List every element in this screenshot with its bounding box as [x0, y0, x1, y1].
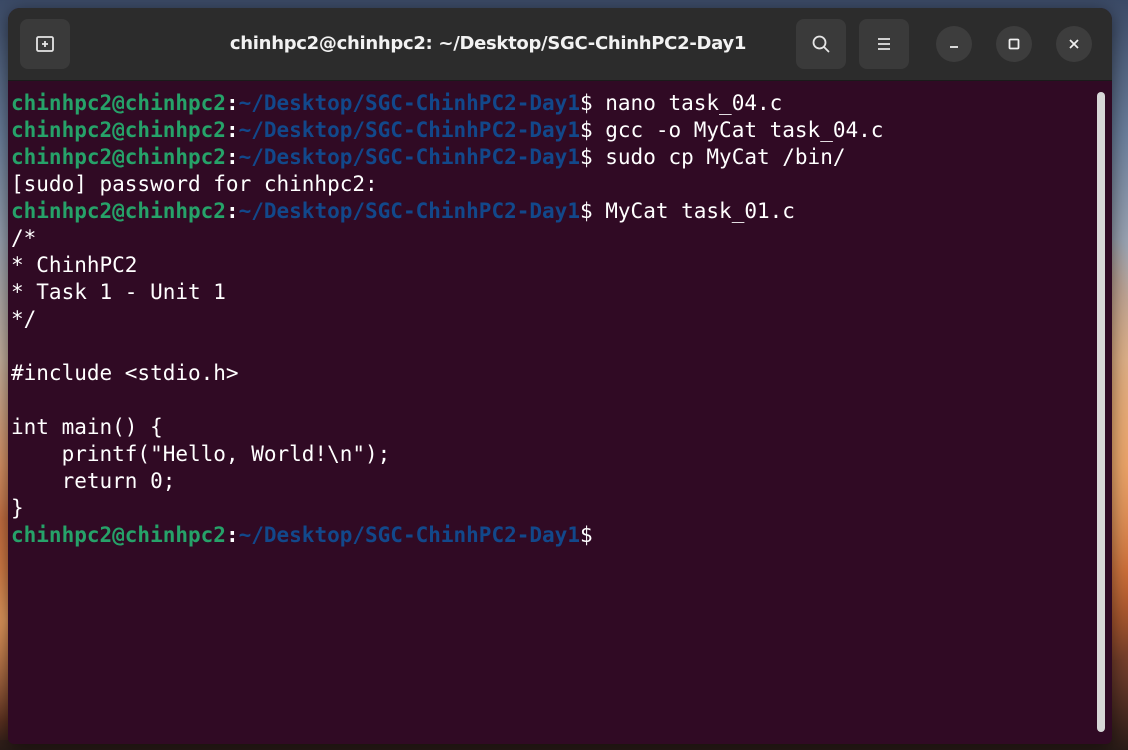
- prompt-line: chinhpc2@chinhpc2:~/Desktop/SGC-ChinhPC2…: [11, 198, 1098, 225]
- close-icon: [1069, 39, 1079, 49]
- menu-button[interactable]: [859, 19, 909, 69]
- prompt-dollar: $: [579, 91, 606, 115]
- minimize-button[interactable]: [936, 26, 972, 62]
- command-text: nano task_04.c: [605, 91, 783, 115]
- prompt-path: ~/Desktop/SGC-ChinhPC2-Day1: [238, 523, 580, 547]
- prompt-line: chinhpc2@chinhpc2:~/Desktop/SGC-ChinhPC2…: [11, 522, 1098, 549]
- prompt-separator: :: [225, 199, 239, 223]
- prompt-dollar: $: [579, 199, 606, 223]
- prompt-separator: :: [225, 145, 239, 169]
- hamburger-menu-icon: [878, 38, 890, 50]
- terminal-window: chinhpc2@chinhpc2: ~/Desktop/SGC-ChinhPC…: [8, 8, 1112, 744]
- prompt-dollar: $: [579, 145, 606, 169]
- search-button[interactable]: [796, 19, 846, 69]
- output-line: return 0;: [11, 469, 176, 493]
- output-line: printf("Hello, World!\n");: [11, 442, 391, 466]
- prompt-separator: :: [225, 91, 239, 115]
- output-line: */: [11, 307, 37, 331]
- command-text: MyCat task_01.c: [605, 199, 795, 223]
- output-line: * Task 1 - Unit 1: [11, 280, 226, 304]
- prompt-user-host: chinhpc2@chinhpc2: [11, 91, 226, 115]
- vertical-scrollbar[interactable]: [1097, 92, 1105, 732]
- prompt-user-host: chinhpc2@chinhpc2: [11, 118, 226, 142]
- prompt-path: ~/Desktop/SGC-ChinhPC2-Day1: [238, 118, 580, 142]
- terminal-output-area[interactable]: chinhpc2@chinhpc2:~/Desktop/SGC-ChinhPC2…: [8, 80, 1098, 744]
- command-text: sudo cp MyCat /bin/: [605, 145, 846, 169]
- prompt-dollar: $: [579, 523, 593, 547]
- output-line: #include <stdio.h>: [11, 361, 239, 385]
- title-bar[interactable]: chinhpc2@chinhpc2: ~/Desktop/SGC-ChinhPC…: [8, 8, 1112, 81]
- close-button[interactable]: [1056, 26, 1092, 62]
- prompt-line: chinhpc2@chinhpc2:~/Desktop/SGC-ChinhPC2…: [11, 117, 1098, 144]
- maximize-button[interactable]: [996, 26, 1032, 62]
- output-line: }: [11, 496, 24, 520]
- prompt-path: ~/Desktop/SGC-ChinhPC2-Day1: [238, 145, 580, 169]
- prompt-separator: :: [225, 118, 239, 142]
- prompt-line: chinhpc2@chinhpc2:~/Desktop/SGC-ChinhPC2…: [11, 144, 1098, 171]
- output-line: [sudo] password for chinhpc2:: [11, 172, 378, 196]
- prompt-user-host: chinhpc2@chinhpc2: [11, 199, 226, 223]
- prompt-dollar: $: [579, 118, 606, 142]
- new-tab-button[interactable]: [20, 19, 70, 69]
- minimize-icon: [950, 46, 958, 48]
- new-tab-icon: [36, 36, 54, 52]
- search-icon: [812, 35, 830, 53]
- prompt-user-host: chinhpc2@chinhpc2: [11, 145, 226, 169]
- output-line: * ChinhPC2: [11, 253, 138, 277]
- output-line: /*: [11, 226, 37, 250]
- window-title: chinhpc2@chinhpc2: ~/Desktop/SGC-ChinhPC…: [229, 33, 747, 54]
- prompt-line: chinhpc2@chinhpc2:~/Desktop/SGC-ChinhPC2…: [11, 90, 1098, 117]
- prompt-user-host: chinhpc2@chinhpc2: [11, 523, 226, 547]
- prompt-path: ~/Desktop/SGC-ChinhPC2-Day1: [238, 91, 580, 115]
- output-line: int main() {: [11, 415, 163, 439]
- prompt-separator: :: [225, 523, 239, 547]
- prompt-path: ~/Desktop/SGC-ChinhPC2-Day1: [238, 199, 580, 223]
- command-text: gcc -o MyCat task_04.c: [605, 118, 884, 142]
- maximize-icon: [1008, 38, 1020, 50]
